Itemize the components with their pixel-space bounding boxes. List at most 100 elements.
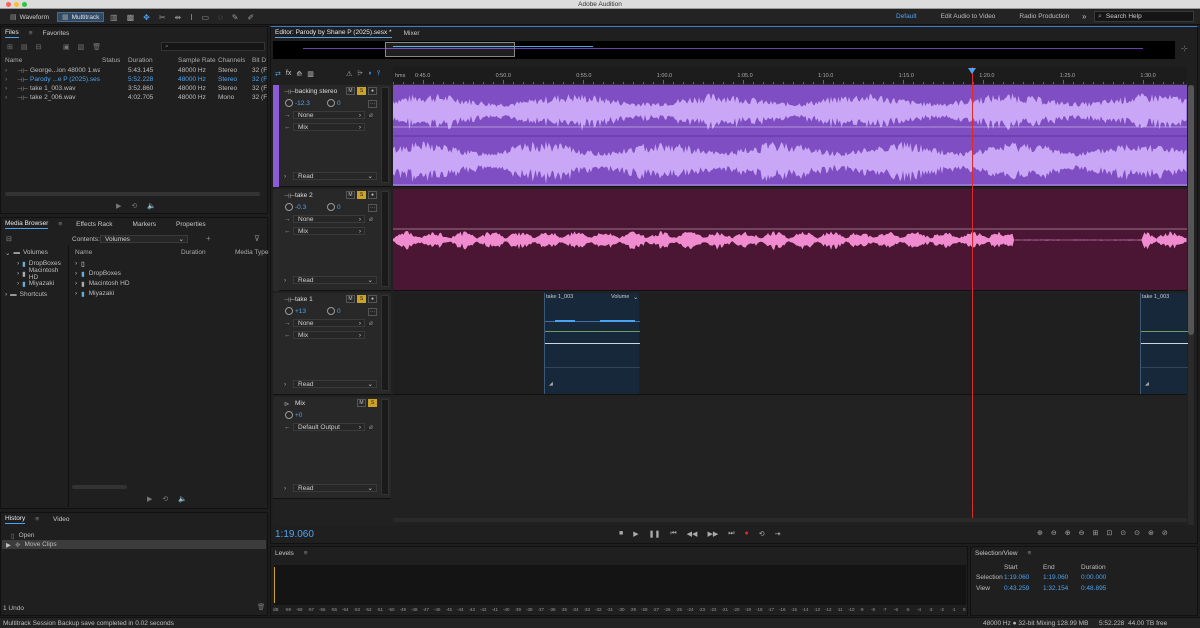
volume-knob-icon[interactable]	[285, 411, 293, 419]
track-output-dropdown[interactable]: Mix ›	[293, 227, 365, 235]
mute-button[interactable]: M	[357, 399, 366, 407]
playhead[interactable]	[972, 67, 973, 521]
play-icon[interactable]: ▶	[633, 530, 638, 538]
more-workspaces-icon[interactable]: »	[1082, 12, 1086, 21]
panel-menu-icon[interactable]: ≡	[29, 30, 33, 37]
selection-duration[interactable]: 0:00.000	[1081, 574, 1106, 581]
pan-knob-icon[interactable]	[327, 99, 335, 107]
metronome-icon[interactable]: ⚠	[346, 70, 352, 78]
chevron-right-icon[interactable]: ›	[284, 485, 286, 492]
record-icon[interactable]: ●	[745, 530, 749, 538]
go-to-end-icon[interactable]: ⏭	[728, 530, 734, 538]
automation-mode-dropdown[interactable]: Read ⌄	[293, 276, 377, 284]
pan-knob-icon[interactable]	[327, 307, 335, 315]
vertical-scrollbar[interactable]	[1188, 85, 1194, 525]
tree-volumes[interactable]: ⌄ ▬ Volumes	[5, 248, 68, 257]
tree-macintosh-hd[interactable]: › ▮ Macintosh HD	[17, 267, 68, 281]
list-item[interactable]: › ▮ DropBoxes	[75, 269, 267, 278]
track-name[interactable]: backing stereo	[295, 88, 337, 95]
column-name[interactable]: Name	[75, 249, 92, 256]
solo-button[interactable]: S	[357, 87, 366, 95]
zoom-out-time-icon[interactable]: ⊖	[1079, 529, 1085, 537]
phase-icon[interactable]: ø	[369, 112, 373, 119]
go-to-start-icon[interactable]: ⏮	[670, 530, 676, 538]
phase-icon[interactable]: ø	[369, 320, 373, 327]
trash-icon[interactable]: 🗑	[257, 603, 265, 611]
panel-menu-icon[interactable]: ≡	[1028, 550, 1032, 557]
zoom-to-fit-icon[interactable]: ⊹	[1181, 44, 1188, 53]
horizontal-scrollbar[interactable]	[393, 518, 1187, 522]
zoom-in-right-icon[interactable]: ⊙	[1134, 529, 1140, 537]
healing-tool-icon[interactable]: ✐	[248, 13, 255, 22]
column-duration[interactable]: Duration	[181, 249, 206, 256]
track-pan[interactable]: 0	[337, 204, 341, 211]
track-name[interactable]: take 2	[295, 192, 313, 199]
track-options-button[interactable]: ⋯	[368, 204, 377, 212]
track-name[interactable]: Mix	[295, 400, 305, 407]
arm-record-button[interactable]: ●	[368, 191, 377, 199]
file-row[interactable]: › ⊣⊢ take 2_006.wav 4:02.705 48000 Hz Mono 32 …	[1, 93, 267, 102]
workspace-edit-audio-to-video[interactable]: Edit Audio to Video	[941, 13, 996, 20]
close-file-icon[interactable]: ▧	[78, 43, 85, 51]
chevron-right-icon[interactable]: ›	[5, 85, 7, 92]
solo-button[interactable]: S	[368, 399, 377, 407]
track-output-dropdown[interactable]: Mix ›	[293, 123, 365, 131]
input-output-icon[interactable]: ⇄	[275, 70, 281, 78]
mute-button[interactable]: M	[346, 191, 355, 199]
move-tool-icon[interactable]: ✥	[143, 13, 150, 22]
column-duration[interactable]: Duration	[128, 57, 153, 64]
panel-menu-icon[interactable]: ≡	[304, 550, 308, 557]
chevron-right-icon[interactable]: ›	[284, 277, 286, 284]
levels-title[interactable]: Levels	[275, 550, 294, 557]
track-pan[interactable]: 0	[337, 308, 341, 315]
track-lane-mix[interactable]	[393, 397, 1187, 499]
lasso-tool-icon[interactable]: ◌	[218, 13, 223, 22]
track-volume[interactable]: +13	[295, 308, 306, 315]
tab-editor[interactable]: Editor: Parody by Shane P (2025).sesx *	[275, 29, 392, 38]
overview-view-range[interactable]	[385, 42, 515, 57]
audio-clip[interactable]: take 1_003 Volume ⌄ ◢	[544, 293, 640, 394]
zoom-out-amplitude-icon[interactable]: ⊖	[1051, 529, 1057, 537]
tab-effects-rack[interactable]: Effects Rack	[76, 221, 112, 228]
automation-mode-dropdown[interactable]: Read ⌄	[293, 172, 377, 180]
track-volume[interactable]: -0.3	[295, 204, 306, 211]
arm-record-button[interactable]: ●	[368, 87, 377, 95]
playhead-marker-icon[interactable]	[968, 68, 976, 74]
brush-tool-icon[interactable]: ✎	[232, 13, 239, 22]
chevron-right-icon[interactable]: ›	[284, 173, 286, 180]
chevron-right-icon[interactable]: ›	[284, 381, 286, 388]
view-start[interactable]: 0:43.259	[1004, 585, 1029, 592]
files-scrollbar[interactable]	[5, 192, 260, 196]
media-scrollbar[interactable]	[72, 485, 127, 489]
tab-history[interactable]: History	[5, 515, 26, 524]
phase-icon[interactable]: ø	[369, 216, 373, 223]
open-file-icon[interactable]: ▤	[21, 43, 28, 51]
slip-tool-icon[interactable]: ⇹	[175, 13, 182, 22]
selection-end[interactable]: 1:19.060	[1043, 574, 1068, 581]
fast-forward-icon[interactable]: ▶▶	[707, 530, 718, 538]
track-lane-take-2[interactable]	[393, 189, 1187, 291]
time-selection-tool-icon[interactable]: I	[190, 13, 192, 22]
filter-icon[interactable]: ⊽	[254, 234, 260, 243]
history-item[interactable]: ▯ Open	[11, 531, 267, 540]
spectral-icon[interactable]: ▩	[127, 13, 135, 22]
drive-icon[interactable]: ⊟	[6, 235, 12, 243]
add-shortcut-icon[interactable]: +	[206, 234, 211, 243]
loop-icon[interactable]: ◗	[368, 70, 372, 78]
history-item-selected[interactable]: ▶ ✥ Move Clips	[2, 540, 266, 549]
autoplay-icon[interactable]: 🔈	[147, 202, 156, 210]
contents-dropdown[interactable]: Volumes ⌄	[100, 235, 188, 243]
volume-knob-icon[interactable]	[285, 203, 293, 211]
chevron-right-icon[interactable]: ›	[5, 76, 7, 83]
track-lane-take-1[interactable]: take 1_003 Volume ⌄ ◢ take 1_003 ◢	[393, 293, 1188, 395]
trash-icon[interactable]: 🗑	[92, 43, 101, 51]
solo-button[interactable]: S	[357, 295, 366, 303]
track-pan[interactable]: 0	[337, 100, 341, 107]
file-row[interactable]: › ⊣⊢ George...ion 48000 1.wav 5:43.145 48000…	[1, 66, 267, 75]
loop-playback-icon[interactable]: ⟲	[759, 530, 765, 538]
multitrack-mode-button[interactable]: ▦ Multitrack	[57, 12, 105, 22]
marquee-tool-icon[interactable]: ▭	[201, 13, 209, 22]
track-input-dropdown[interactable]: None ›	[293, 111, 365, 119]
play-preview-icon[interactable]: ▶	[147, 495, 152, 503]
column-sample-rate[interactable]: Sample Rate	[178, 57, 216, 64]
